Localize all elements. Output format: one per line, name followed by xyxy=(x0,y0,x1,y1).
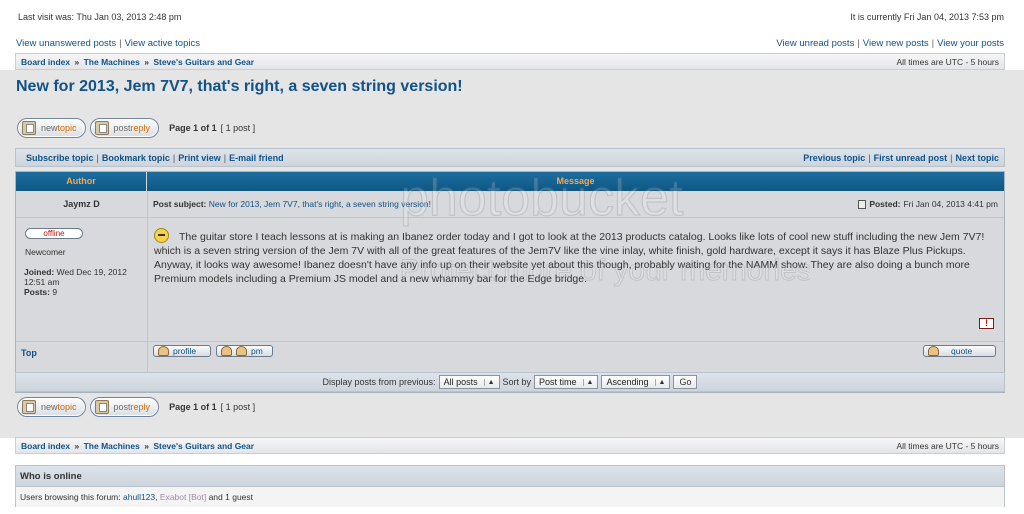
post-subject-link[interactable]: New for 2013, Jem 7V7, that's right, a s… xyxy=(209,199,431,209)
profile-button[interactable]: profile xyxy=(153,345,211,357)
breadcrumb-top: Board index » The Machines » Steve's Gui… xyxy=(15,53,1005,70)
breadcrumb-steves-guitars[interactable]: Steve's Guitars and Gear xyxy=(153,57,254,67)
online-status-badge: offline xyxy=(25,228,83,239)
topic-tools-right: Previous topic | First unread post | Next to… xyxy=(803,152,999,163)
breadcrumb-bottom: Board index » The Machines » Steve's Gui… xyxy=(15,437,1005,454)
post-author-name[interactable]: Jaymz D xyxy=(16,191,147,218)
display-from-select[interactable]: All posts ▲ xyxy=(438,375,500,389)
action-buttons-bottom: new topic post reply Page 1 of 1[ 1 post ] xyxy=(17,397,255,417)
post-body: The guitar store I teach lessons at is m… xyxy=(148,218,1004,286)
author-column-header: Author xyxy=(16,172,147,191)
bookmark-topic-link[interactable]: Bookmark topic xyxy=(102,153,170,163)
new-topic-button[interactable]: new topic xyxy=(17,118,86,138)
subscribe-topic-link[interactable]: Subscribe topic xyxy=(26,153,94,163)
timezone-text: All times are UTC - 5 hours xyxy=(896,56,1000,67)
post-reply-button[interactable]: post reply xyxy=(89,118,160,138)
quote-icon xyxy=(928,346,939,356)
current-time-text: It is currently Fri Jan 04, 2013 7:53 pm xyxy=(850,12,1004,22)
pm-icon xyxy=(221,346,232,356)
chevron-down-icon: ▲ xyxy=(582,378,593,386)
post-count: [ 1 post ] xyxy=(220,123,256,133)
pm-button[interactable]: pm xyxy=(216,345,273,357)
message-column-header: Message xyxy=(556,176,595,186)
post-table-header: Author Message xyxy=(16,172,1004,191)
page-count: Page 1 of 1 xyxy=(169,123,217,133)
author-post-count: 9 xyxy=(52,287,58,297)
display-options-bar: Display posts from previous: All posts ▲ … xyxy=(15,372,1005,392)
quick-links: View unanswered posts | View active topics… xyxy=(16,38,1004,49)
post-reply-button-bottom[interactable]: post reply xyxy=(89,397,160,417)
breadcrumb-the-machines[interactable]: The Machines xyxy=(84,57,140,67)
sort-order-select[interactable]: Ascending ▲ xyxy=(601,375,671,389)
author-details: Joined: Wed Dec 19, 2012 12:51 am Posts:… xyxy=(24,267,127,297)
pm-icon-second xyxy=(236,346,247,356)
who-is-online-panel: Who is online Users browsing this forum:… xyxy=(15,465,1005,507)
post-message-panel: Post subject: New for 2013, Jem 7V7, tha… xyxy=(148,191,1004,393)
view-unanswered-link[interactable]: View unanswered posts xyxy=(16,38,116,49)
topic-tools-left: Subscribe topic | Bookmark topic | Print vie… xyxy=(26,152,284,163)
who-is-online-title: Who is online xyxy=(16,466,1004,487)
breadcrumb: Board index » The Machines » Steve's Gui… xyxy=(21,440,255,451)
quick-links-right: View unread posts | View new posts | View yo… xyxy=(776,38,1004,49)
view-new-posts-link[interactable]: View new posts xyxy=(863,38,929,49)
go-button[interactable]: Go xyxy=(673,375,698,389)
pagination-bottom: Page 1 of 1[ 1 post ] xyxy=(169,402,256,412)
pagination: Page 1 of 1[ 1 post ] xyxy=(169,123,255,133)
post-author-panel: Jaymz D offline Newcomer Joined: Wed Dec… xyxy=(16,191,148,393)
post-reply-icon xyxy=(94,121,109,135)
report-post-icon[interactable]: ! xyxy=(979,318,994,329)
post-reply-icon xyxy=(94,400,109,414)
new-topic-icon xyxy=(22,121,36,135)
post-body-text: The guitar store I teach lessons at is m… xyxy=(154,231,985,285)
divider xyxy=(148,341,1004,342)
display-from-label: Display posts from previous: xyxy=(322,377,436,387)
author-rank: Newcomer xyxy=(25,247,66,257)
timezone-text: All times are UTC - 5 hours xyxy=(896,440,1000,451)
breadcrumb-board-index[interactable]: Board index xyxy=(21,441,70,451)
view-unread-link[interactable]: View unread posts xyxy=(776,38,854,49)
quote-button[interactable]: quote xyxy=(923,345,996,357)
next-topic-link[interactable]: Next topic xyxy=(955,153,999,163)
post-link-icon[interactable] xyxy=(858,199,867,209)
new-topic-icon xyxy=(22,400,36,414)
print-view-link[interactable]: Print view xyxy=(178,153,221,163)
profile-icon xyxy=(158,346,169,356)
email-friend-link[interactable]: E-mail friend xyxy=(229,153,284,163)
new-topic-button-bottom[interactable]: new topic xyxy=(17,397,86,417)
previous-topic-link[interactable]: Previous topic xyxy=(803,153,865,163)
online-bot-link[interactable]: Exabot [Bot] xyxy=(160,492,206,502)
view-your-posts-link[interactable]: View your posts xyxy=(937,38,1004,49)
breadcrumb-board-index[interactable]: Board index xyxy=(21,57,70,67)
topic-tools-bar: Subscribe topic | Bookmark topic | Print vie… xyxy=(15,148,1005,167)
topic-title[interactable]: New for 2013, Jem 7V7, that's right, a s… xyxy=(16,78,463,96)
chevron-down-icon: ▲ xyxy=(483,378,495,386)
quick-links-left: View unanswered posts | View active topics xyxy=(16,38,200,49)
action-buttons-top: new topic post reply Page 1 of 1[ 1 post ] xyxy=(17,118,255,138)
view-active-topics-link[interactable]: View active topics xyxy=(125,38,200,49)
first-unread-link[interactable]: First unread post xyxy=(874,153,948,163)
post-table: Author Message Jaymz D offline Newcomer … xyxy=(15,171,1005,393)
chevron-down-icon: ▲ xyxy=(654,378,665,386)
smiley-icon xyxy=(154,228,169,243)
divider xyxy=(16,341,147,342)
post-subject-row: Post subject: New for 2013, Jem 7V7, tha… xyxy=(148,191,1004,218)
last-visit-text: Last visit was: Thu Jan 03, 2013 2:48 pm xyxy=(18,12,182,22)
post-subject-label: Post subject: xyxy=(153,199,207,209)
breadcrumb-steves-guitars[interactable]: Steve's Guitars and Gear xyxy=(153,441,254,451)
back-to-top-link[interactable]: Top xyxy=(21,348,37,358)
online-user-link[interactable]: ahull123 xyxy=(123,492,155,502)
who-is-online-body: Users browsing this forum: ahull123, Exa… xyxy=(16,487,1004,507)
sort-by-select[interactable]: Post time ▲ xyxy=(534,375,599,389)
post-date: Posted: Fri Jan 04, 2013 4:41 pm xyxy=(858,199,998,209)
sort-by-label: Sort by xyxy=(502,377,532,387)
top-info-bar: Last visit was: Thu Jan 03, 2013 2:48 pm… xyxy=(18,12,1004,22)
breadcrumb: Board index » The Machines » Steve's Gui… xyxy=(21,56,255,67)
breadcrumb-the-machines[interactable]: The Machines xyxy=(84,441,140,451)
